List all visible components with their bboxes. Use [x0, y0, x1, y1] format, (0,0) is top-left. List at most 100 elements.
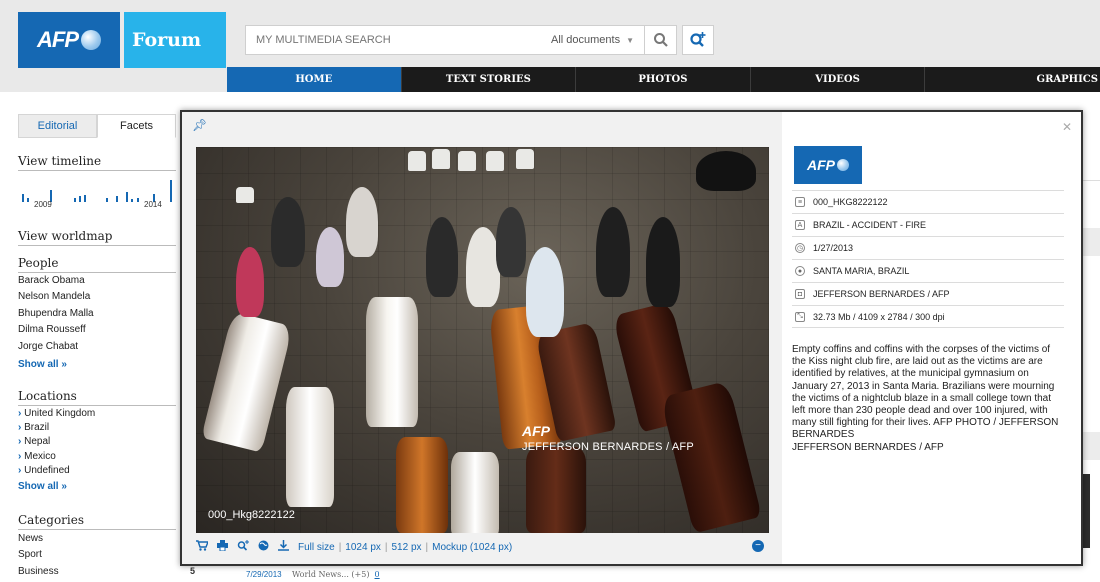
info-afp-logo: AFP — [794, 146, 862, 184]
afp-logo[interactable]: AFP — [18, 12, 120, 68]
photo-panel: 📌︎ AFP JEFFERSON BERNARDES / AFP 000_Hkg… — [182, 112, 782, 564]
photo-person — [526, 247, 564, 337]
photo-chair — [236, 187, 254, 203]
timeline-bar — [106, 198, 108, 202]
search-bar: All documents ▼ — [245, 25, 645, 55]
result-date[interactable]: 7/29/2013 — [246, 570, 282, 579]
site-header: AFP Forum All documents ▼ HOME TEXT STOR… — [0, 0, 1100, 92]
list-item[interactable]: Barack Obama — [18, 273, 176, 289]
afp-globe-icon — [81, 30, 101, 50]
tab-videos[interactable]: VIDEOS — [751, 67, 926, 92]
document-scope-select[interactable]: All documents ▼ — [551, 34, 644, 46]
tab-editorial[interactable]: Editorial — [18, 114, 97, 138]
result-count-link[interactable]: 0 — [375, 570, 380, 579]
categories-heading: Categories — [18, 513, 176, 530]
list-item[interactable]: Nepal — [18, 435, 176, 449]
photo-person — [466, 227, 500, 307]
cart-icon[interactable] — [196, 540, 210, 554]
advanced-search-button[interactable] — [682, 25, 714, 55]
photo-chair — [516, 149, 534, 169]
background-panel — [1083, 432, 1100, 460]
afp-globe-icon — [837, 159, 849, 171]
list-item[interactable]: Brazil — [18, 421, 176, 435]
pin-icon[interactable]: 📌︎ — [192, 118, 207, 132]
locations-list: United Kingdom Brazil Nepal Mexico Undef… — [18, 407, 176, 478]
separator: | — [425, 541, 429, 553]
view-worldmap-heading[interactable]: View worldmap — [18, 229, 176, 246]
mockup-link[interactable]: Mockup (1024 px) — [432, 542, 512, 553]
locations-heading: Locations — [18, 389, 176, 406]
globe-icon[interactable] — [258, 540, 269, 554]
timeline-end-year: 2014 — [144, 200, 162, 209]
list-item[interactable]: Dilma Rousseff — [18, 322, 176, 338]
people-show-all-link[interactable]: Show all » — [18, 359, 67, 370]
list-item[interactable]: Undefined — [18, 464, 176, 478]
photo-person — [236, 247, 264, 317]
photo-person — [316, 227, 344, 287]
list-item[interactable]: Jorge Chabat — [18, 339, 176, 355]
background-panel — [1083, 228, 1100, 256]
photo-chair — [458, 151, 476, 171]
categories-list: News Sport Business — [18, 531, 176, 580]
forum-logo[interactable]: Forum — [124, 12, 226, 68]
result-number: 5 — [190, 566, 196, 576]
photo-id-label: 000_Hkg8222122 — [208, 509, 295, 521]
collapse-minus-icon[interactable]: − — [752, 540, 764, 552]
list-item[interactable]: United Kingdom — [18, 407, 176, 421]
tab-home[interactable]: HOME — [227, 67, 402, 92]
full-size-link[interactable]: Full size — [298, 542, 335, 553]
photo-caption: Empty coffins and coffins with the corps… — [792, 344, 1064, 454]
preview-photo[interactable]: AFP JEFFERSON BERNARDES / AFP 000_Hkg822… — [196, 147, 769, 533]
tab-text-stories[interactable]: TEXT STORIES — [402, 67, 577, 92]
background-divider — [1083, 180, 1100, 181]
photo-person — [496, 207, 526, 277]
photo-coffin — [451, 452, 499, 533]
locations-show-all-link[interactable]: Show all » — [18, 481, 67, 492]
timeline-histogram[interactable]: 2009 2014 — [18, 178, 176, 209]
tab-graphics[interactable]: GRAPHICS — [925, 67, 1100, 92]
document-id-icon: ≡ — [795, 197, 805, 207]
metadata-row-location: ● SANTA MARIA, BRAZIL — [792, 259, 1064, 282]
timeline-bar — [84, 195, 86, 202]
photo-chair — [486, 151, 504, 171]
photo-person — [646, 217, 680, 307]
search-button[interactable] — [645, 25, 677, 55]
list-item[interactable]: Bhupendra Malla — [18, 306, 176, 322]
photo-info-panel: ✕ AFP ≡ 000_HKG8222122 A BRAZIL - ACCIDENT… — [792, 112, 1082, 564]
chevron-down-icon: ▼ — [626, 35, 634, 45]
size-1024-link[interactable]: 1024 px — [345, 542, 381, 553]
timeline-bar — [131, 199, 133, 202]
sidebar-tabs: Editorial Facets — [18, 114, 176, 138]
photo-chair — [432, 149, 450, 169]
download-icon[interactable] — [278, 540, 289, 554]
photo-person — [426, 217, 458, 297]
timeline-bar — [74, 198, 76, 202]
print-icon[interactable] — [217, 540, 228, 554]
people-heading: People — [18, 256, 176, 273]
list-item[interactable]: Sport — [18, 547, 176, 563]
photo-person — [596, 207, 630, 297]
photo-coffin — [286, 387, 334, 507]
separator: | — [384, 541, 388, 553]
magnifier-icon — [653, 33, 668, 47]
photo-metadata-list: ≡ 000_HKG8222122 A BRAZIL - ACCIDENT - FIR… — [792, 190, 1064, 328]
photo-coffin — [526, 447, 586, 533]
tab-facets[interactable]: Facets — [97, 114, 176, 138]
list-item[interactable]: Mexico — [18, 450, 176, 464]
timeline-bar — [116, 196, 118, 202]
close-icon[interactable]: ✕ — [1062, 120, 1072, 134]
timeline-bar — [170, 180, 172, 202]
search-similar-icon[interactable] — [237, 540, 249, 554]
caption-credit-line: JEFFERSON BERNARDES / AFP — [792, 441, 944, 453]
timeline-bar — [27, 198, 29, 202]
resize-icon: ⤡ — [795, 311, 805, 322]
list-item[interactable]: Nelson Mandela — [18, 289, 176, 305]
tab-photos[interactable]: PHOTOS — [576, 67, 751, 92]
view-timeline-heading[interactable]: View timeline — [18, 154, 176, 171]
metadata-row-headline: A BRAZIL - ACCIDENT - FIRE — [792, 213, 1064, 236]
list-item[interactable]: News — [18, 531, 176, 547]
size-512-link[interactable]: 512 px — [392, 542, 422, 553]
list-item[interactable]: Business — [18, 564, 176, 580]
search-input[interactable] — [246, 27, 551, 53]
metadata-row-id: ≡ 000_HKG8222122 — [792, 190, 1064, 213]
